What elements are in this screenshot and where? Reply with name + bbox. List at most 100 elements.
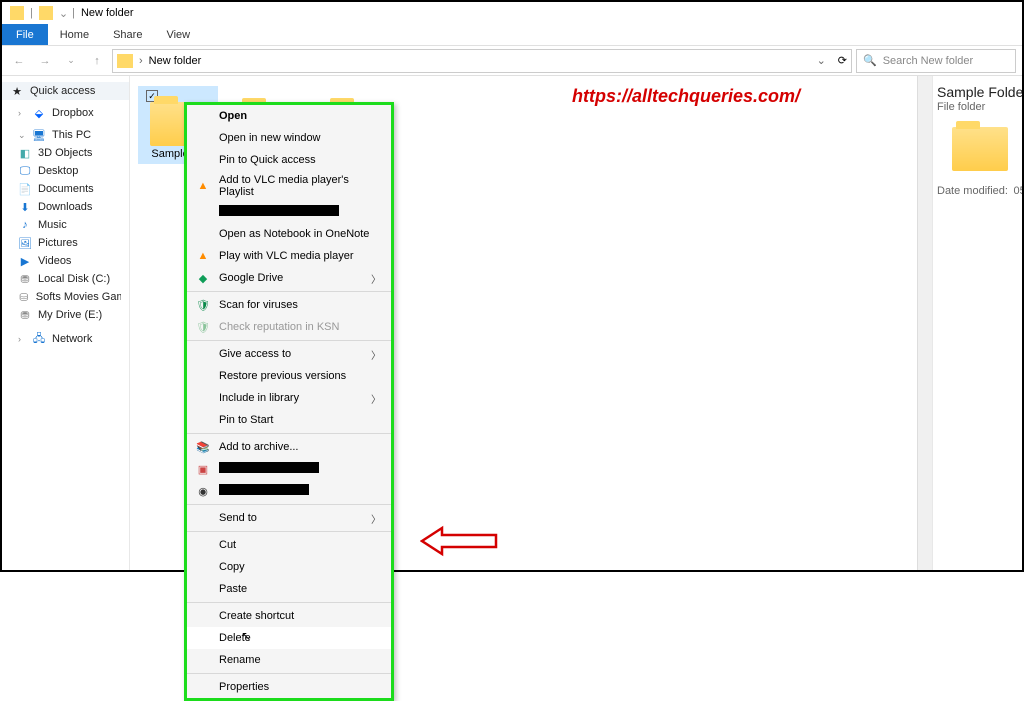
window-title: New folder: [81, 7, 134, 19]
ctx-copy[interactable]: Copy: [187, 556, 391, 578]
ctx-play-vlc[interactable]: ▲Play with VLC media player: [187, 245, 391, 267]
up-button[interactable]: ↑: [86, 50, 108, 72]
search-icon: 🔍: [863, 54, 877, 67]
ctx-properties[interactable]: Properties: [187, 676, 391, 698]
context-menu: Open Open in new window Pin to Quick acc…: [184, 102, 394, 701]
circle-icon: ◉: [195, 483, 211, 499]
ctx-pin-start[interactable]: Pin to Start: [187, 409, 391, 431]
ctx-pin-quick-access[interactable]: Pin to Quick access: [187, 149, 391, 171]
cursor-icon: ↖: [241, 629, 251, 643]
ctx-google-drive[interactable]: ◆Google Drive〉: [187, 267, 391, 289]
ctx-create-shortcut[interactable]: Create shortcut: [187, 605, 391, 627]
details-date: 05: [1014, 185, 1023, 197]
gdrive-icon: ◆: [195, 270, 211, 286]
file-tab[interactable]: File: [2, 24, 48, 45]
ctx-restore[interactable]: Restore previous versions: [187, 365, 391, 387]
dropbox-icon: ⬙: [32, 106, 46, 120]
folder-icon: [117, 54, 133, 68]
desktop-icon: 🖵: [18, 164, 32, 178]
vlc-icon: ▲: [195, 178, 211, 194]
main-area: ★Quick access ›⬙Dropbox ⌄🖥This PC ◧3D Ob…: [2, 76, 1022, 570]
downloads-icon: ⬇: [18, 200, 32, 214]
details-pane: Sample Folder File folder Date modified:…: [932, 76, 1022, 570]
separator: |: [72, 7, 75, 19]
sidebar-item-pictures[interactable]: 🖼Pictures: [2, 234, 129, 252]
recent-button[interactable]: ⌄: [60, 50, 82, 72]
pictures-icon: 🖼: [18, 236, 32, 250]
sidebar-item-localdisk[interactable]: ⛃Local Disk (C:): [2, 270, 129, 288]
address-bar[interactable]: › New folder ⌄ ⟳: [112, 49, 852, 73]
sidebar-item-documents[interactable]: 📄Documents: [2, 180, 129, 198]
archive-icon: 📚: [195, 439, 211, 455]
drive-icon: ⛁: [18, 290, 30, 304]
ctx-include-library[interactable]: Include in library〉: [187, 387, 391, 409]
ctx-cut[interactable]: Cut: [187, 534, 391, 556]
search-placeholder: Search New folder: [883, 55, 974, 67]
search-input[interactable]: 🔍 Search New folder: [856, 49, 1016, 73]
drive-icon: ⛃: [18, 272, 32, 286]
sidebar-item-3dobjects[interactable]: ◧3D Objects: [2, 144, 129, 162]
ctx-give-access[interactable]: Give access to〉: [187, 343, 391, 365]
sidebar-item-videos[interactable]: ▶Videos: [2, 252, 129, 270]
ctx-scan-viruses[interactable]: 🛡Scan for viruses: [187, 294, 391, 316]
sidebar-item-desktop[interactable]: 🖵Desktop: [2, 162, 129, 180]
ctx-add-archive[interactable]: 📚Add to archive...: [187, 436, 391, 458]
forward-button[interactable]: →: [34, 50, 56, 72]
tab-home[interactable]: Home: [48, 26, 101, 44]
sidebar-item-mydrive[interactable]: ⛃My Drive (E:): [2, 306, 129, 324]
sidebar-this-pc[interactable]: ⌄🖥This PC: [2, 126, 129, 144]
ctx-delete[interactable]: Delete↖: [187, 627, 391, 649]
sidebar-item-music[interactable]: ♪Music: [2, 216, 129, 234]
tab-share[interactable]: Share: [101, 26, 154, 44]
ctx-open-onenote[interactable]: Open as Notebook in OneNote: [187, 223, 391, 245]
documents-icon: 📄: [18, 182, 32, 196]
vlc-icon: ▲: [195, 248, 211, 264]
folder-icon: [952, 127, 1008, 171]
titlebar: | ⌄ | New folder: [2, 2, 1022, 24]
sidebar-dropbox[interactable]: ›⬙Dropbox: [2, 104, 129, 122]
star-icon: ★: [10, 84, 24, 98]
chevron-right-icon: 〉: [371, 511, 381, 526]
sidebar-item-softs[interactable]: ⛁Softs Movies Games: [2, 288, 129, 306]
square-icon: ▣: [195, 461, 211, 477]
folder-icon: [39, 6, 53, 20]
address-row: ← → ⌄ ↑ › New folder ⌄ ⟳ 🔍 Search New fo…: [2, 46, 1022, 76]
sidebar-item-downloads[interactable]: ⬇Downloads: [2, 198, 129, 216]
ctx-open-new-window[interactable]: Open in new window: [187, 127, 391, 149]
ctx-vlc-playlist[interactable]: ▲Add to VLC media player's Playlist: [187, 171, 391, 201]
ctx-send-to[interactable]: Send to〉: [187, 507, 391, 529]
navigation-pane: ★Quick access ›⬙Dropbox ⌄🖥This PC ◧3D Ob…: [2, 76, 130, 570]
ctx-redacted[interactable]: ▣: [187, 458, 391, 480]
breadcrumb[interactable]: New folder: [149, 55, 202, 67]
watermark-url: https://alltechqueries.com/: [572, 86, 800, 107]
sidebar-network[interactable]: ›🖧Network: [2, 330, 129, 348]
drive-icon: ⛃: [18, 308, 32, 322]
details-title: Sample Folder: [937, 84, 1022, 100]
chevron-right-icon: ›: [139, 55, 143, 67]
back-button[interactable]: ←: [8, 50, 30, 72]
ribbon: File Home Share View: [2, 24, 1022, 46]
chevron-right-icon: 〉: [371, 271, 381, 286]
ctx-open[interactable]: Open: [187, 105, 391, 127]
details-type: File folder: [937, 101, 1022, 113]
scrollbar[interactable]: [917, 76, 932, 570]
tab-view[interactable]: View: [154, 26, 202, 44]
music-icon: ♪: [18, 218, 32, 232]
chevron-right-icon: 〉: [371, 391, 381, 406]
sidebar-quick-access[interactable]: ★Quick access: [2, 82, 129, 100]
ctx-rename[interactable]: Rename: [187, 649, 391, 671]
annotation-arrow: [420, 524, 500, 558]
network-icon: 🖧: [32, 332, 46, 346]
chevron-right-icon: 〉: [371, 347, 381, 362]
folder-icon: [10, 6, 24, 20]
ctx-ksn: 🛡Check reputation in KSN: [187, 316, 391, 338]
pc-icon: 🖥: [32, 128, 46, 142]
cube-icon: ◧: [18, 146, 32, 160]
ctx-paste[interactable]: Paste: [187, 578, 391, 600]
refresh-button[interactable]: ⟳: [838, 54, 847, 67]
shield-icon: 🛡: [195, 297, 211, 313]
ctx-redacted[interactable]: [187, 201, 391, 223]
dropdown-icon[interactable]: ⌄: [59, 7, 68, 20]
ctx-redacted[interactable]: ◉: [187, 480, 391, 502]
chevron-down-icon[interactable]: ⌄: [817, 54, 826, 67]
